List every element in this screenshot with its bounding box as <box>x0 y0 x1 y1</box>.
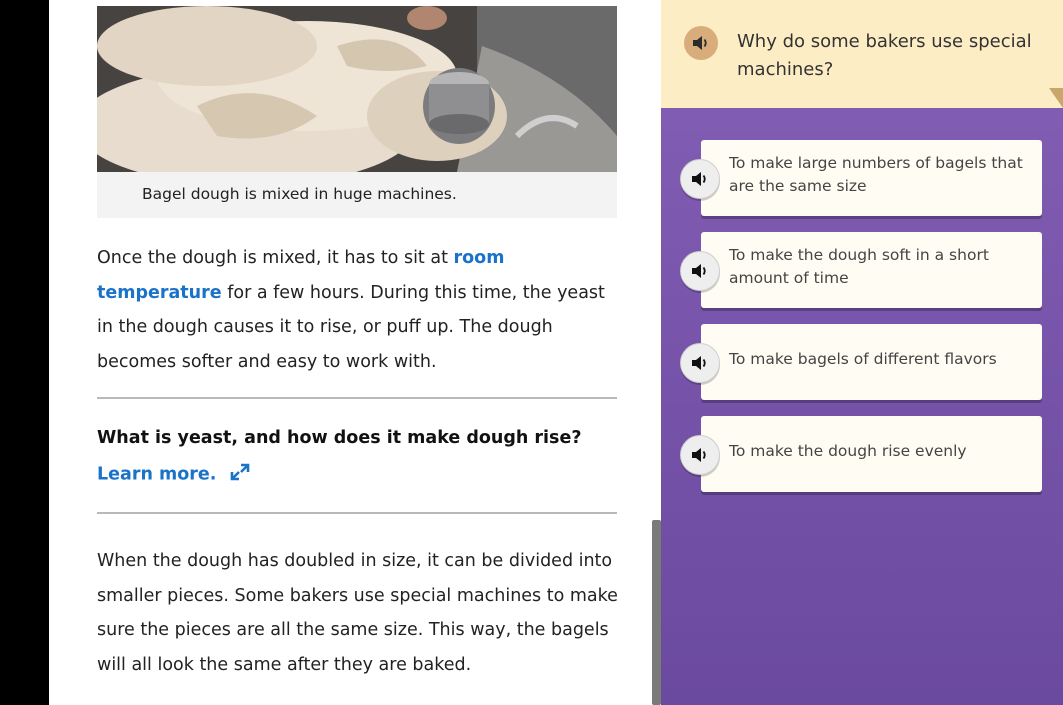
article-content: Bagel dough is mixed in huge machines. O… <box>49 0 652 705</box>
answer-option-2[interactable]: To make the dough soft in a short amount… <box>701 232 1042 308</box>
divider-bottom <box>97 512 617 514</box>
answer-1-speaker-button[interactable] <box>680 159 720 199</box>
answer-option-4[interactable]: To make the dough rise evenly <box>701 416 1042 492</box>
learn-more-link[interactable]: Learn more. <box>97 461 251 488</box>
yeast-question-heading: What is yeast, and how does it make doug… <box>97 428 582 448</box>
speaker-icon <box>692 356 706 370</box>
speaker-icon <box>692 448 706 462</box>
bagel-dough-photo <box>97 6 617 172</box>
left-margin <box>0 0 49 705</box>
page-fold-corner <box>1049 88 1063 108</box>
scrollbar-thumb[interactable] <box>652 520 661 705</box>
quiz-panel: Why do some bakers use special machines?… <box>661 0 1063 705</box>
image-caption: Bagel dough is mixed in huge machines. <box>97 172 617 218</box>
answer-text-3: To make bagels of different flavors <box>729 350 997 368</box>
answer-2-speaker-button[interactable] <box>680 251 720 291</box>
question-text: Why do some bakers use special machines? <box>737 31 1032 80</box>
speaker-icon <box>692 264 706 278</box>
answer-text-4: To make the dough rise evenly <box>729 442 967 460</box>
answer-text-1: To make large numbers of bagels that are… <box>729 154 1023 195</box>
question-box: Why do some bakers use special machines? <box>661 0 1063 108</box>
question-speaker-button[interactable] <box>684 26 718 60</box>
answer-text-2: To make the dough soft in a short amount… <box>729 246 989 287</box>
speaker-icon <box>692 172 706 186</box>
answer-4-speaker-button[interactable] <box>680 435 720 475</box>
divider-top <box>97 397 617 399</box>
speaker-icon <box>693 36 707 50</box>
caption-text: Bagel dough is mixed in huge machines. <box>142 185 457 203</box>
paragraph-special-machines: When the dough has doubled in size, it c… <box>97 551 618 675</box>
para1-text-before: Once the dough is mixed, it has to sit a… <box>97 248 454 268</box>
answer-option-1[interactable]: To make large numbers of bagels that are… <box>701 140 1042 216</box>
answer-3-speaker-button[interactable] <box>680 343 720 383</box>
learn-more-label[interactable]: Learn more. <box>97 465 216 485</box>
paragraph-room-temperature: Once the dough is mixed, it has to sit a… <box>97 241 622 379</box>
expand-icon[interactable] <box>229 461 251 488</box>
answer-option-3[interactable]: To make bagels of different flavors <box>701 324 1042 400</box>
